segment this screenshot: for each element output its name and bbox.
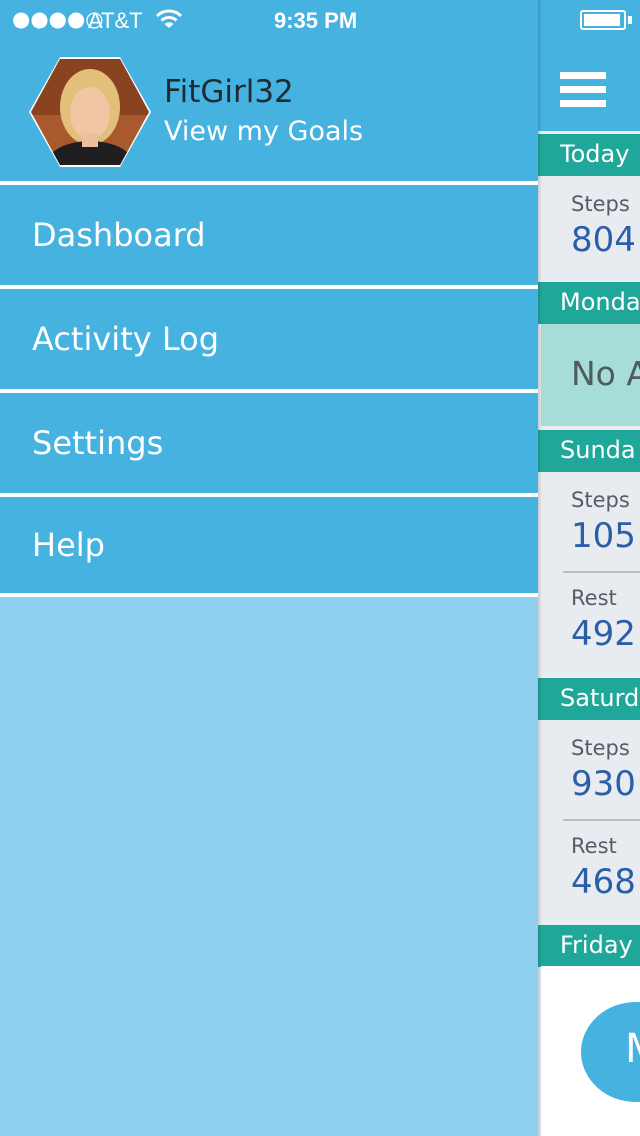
panel-shadow (538, 0, 542, 1136)
steps-value: 930 (571, 764, 636, 804)
drawer-menu: Dashboard Activity Log Settings Help (0, 181, 538, 597)
steps-label: Steps (571, 488, 630, 512)
metric-divider (563, 819, 640, 821)
day-header-saturday: Saturd (538, 678, 640, 720)
day-header-today: Today (538, 134, 640, 176)
view-goals-link[interactable]: View my Goals (164, 116, 363, 147)
steps-value: 105 (571, 516, 636, 556)
profile-username: FitGirl32 (164, 74, 294, 110)
status-bar: ●●●●○ AT&T 9:35 PM (0, 0, 538, 40)
rest-value: 468 (571, 862, 636, 902)
battery-icon (580, 10, 626, 30)
avatar (29, 57, 151, 167)
day-card-friday: M (541, 966, 640, 1136)
day-header-monday: Monda (538, 282, 640, 324)
metric-divider (563, 571, 640, 573)
carrier-name: AT&T (88, 8, 143, 33)
day-card-saturday[interactable]: Steps 930 Rest 468 (541, 720, 640, 920)
menu-item-activity-log[interactable]: Activity Log (0, 285, 538, 389)
rest-label: Rest (571, 586, 617, 610)
rest-value: 492 (571, 614, 636, 654)
menu-item-help[interactable]: Help (0, 493, 538, 597)
hamburger-menu-icon[interactable] (560, 72, 606, 108)
menu-item-settings[interactable]: Settings (0, 389, 538, 493)
main-content-panel[interactable]: Today Steps 804 Monda No A Sunda Steps 1… (538, 0, 640, 1136)
main-header (538, 0, 640, 131)
menu-item-dashboard[interactable]: Dashboard (0, 181, 538, 285)
day-card-today[interactable]: Steps 804 (541, 176, 640, 280)
floating-action-button[interactable]: M (581, 1002, 640, 1102)
steps-label: Steps (571, 736, 630, 760)
day-card-sunday[interactable]: Steps 105 Rest 492 (541, 472, 640, 672)
no-activity-text: No A (571, 354, 640, 393)
day-header-friday: Friday (538, 925, 640, 967)
status-time: 9:35 PM (274, 8, 358, 33)
rest-label: Rest (571, 834, 617, 858)
steps-value: 804 (571, 220, 636, 260)
day-header-sunday: Sunda (538, 430, 640, 472)
battery-tip (628, 16, 632, 24)
wifi-icon (155, 9, 183, 28)
navigation-drawer: FitGirl32 View my Goals ●●●●○ AT&T 9:35 … (0, 0, 538, 1136)
steps-label: Steps (571, 192, 630, 216)
no-activity-card: No A (541, 324, 640, 426)
